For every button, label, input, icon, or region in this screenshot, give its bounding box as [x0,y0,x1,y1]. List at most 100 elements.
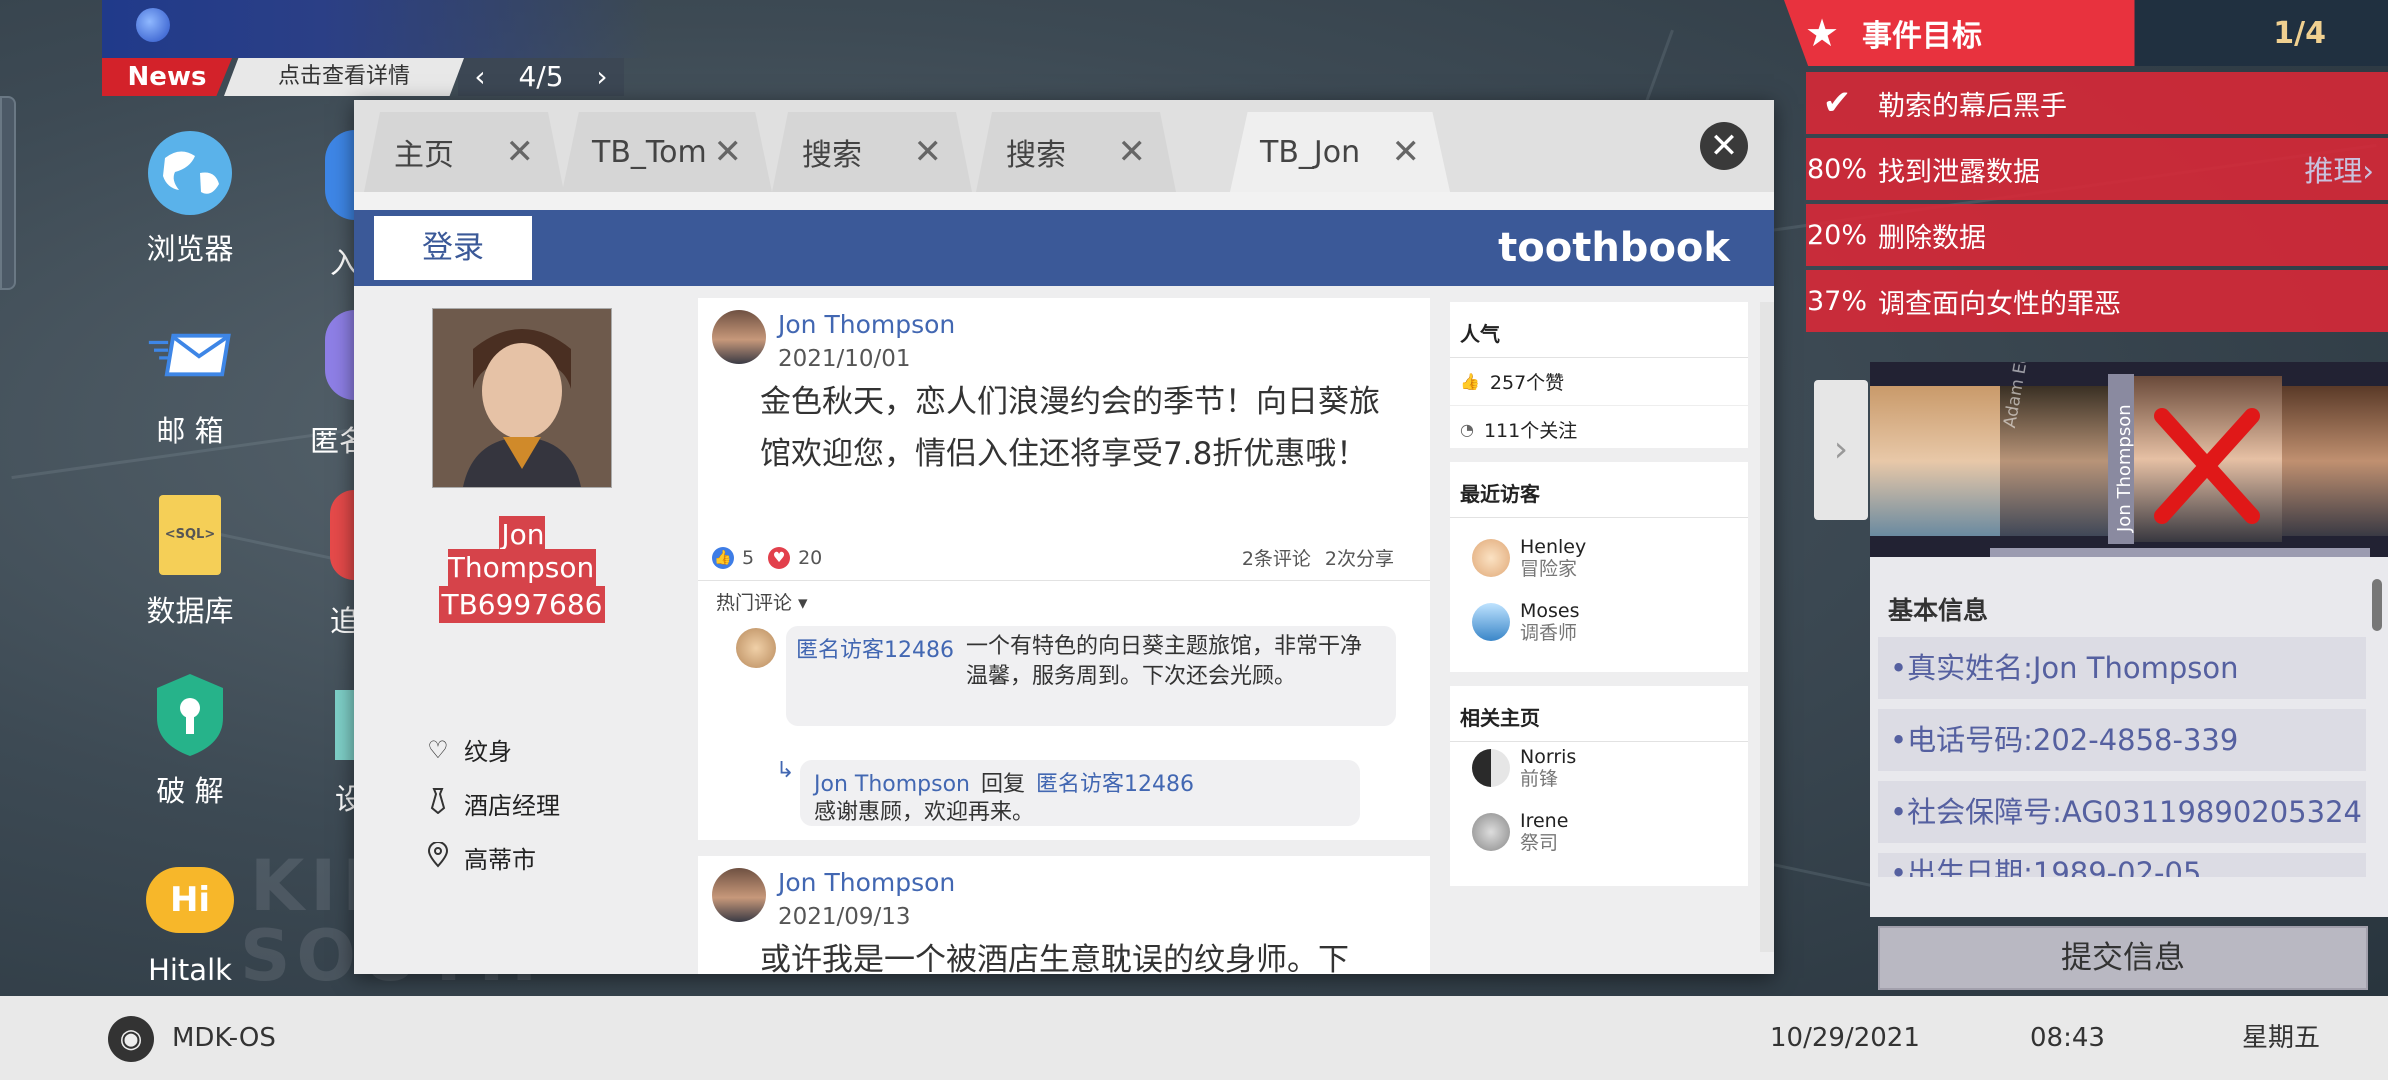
news-detail-link[interactable]: 点击查看详情 [224,58,464,96]
cross-out-icon [2154,408,2260,524]
page-scrollbar[interactable] [1760,302,1774,952]
desktop-icon-browser[interactable]: 浏览器 [105,128,275,268]
eye-logo-icon[interactable]: ◉ [108,1016,154,1062]
close-window-icon[interactable]: ✕ [1700,122,1748,170]
side-drawer-handle[interactable] [0,96,16,290]
profile-detail-job: 酒店经理 [426,786,560,821]
close-tab-icon[interactable]: ✕ [1392,132,1421,172]
hitalk-icon: Hi [145,855,235,945]
chevron-right-icon[interactable]: › [596,58,607,96]
related-role: 前锋 [1520,768,1559,790]
tab-label: TB_Jon [1260,134,1361,170]
news-banner [102,0,652,58]
info-field-birthdate[interactable]: •出生日期:1989-02-05 [1878,853,2366,877]
desktop-icon-partial[interactable] [330,490,354,580]
chevron-left-icon[interactable]: ‹ [474,58,485,96]
desktop-icon-label: 邮 箱 [156,414,224,448]
info-field-name[interactable]: •真实姓名:Jon Thompson [1878,637,2366,699]
tab-search-2[interactable]: 搜索 ✕ [976,112,1176,192]
character-portrait[interactable] [1870,386,2010,536]
desktop-icon-crack[interactable]: 破 解 [105,670,275,810]
post-card: Jon Thompson 2021/09/13 或许我是一个被酒店生意耽误的纹身… [698,856,1430,974]
heart-icon[interactable]: ♥ [768,546,791,569]
goal-item[interactable]: ✔ 勒索的幕后黑手 [1806,72,2388,134]
comment-count[interactable]: 2条评论 [1242,544,1311,571]
desktop-icon-label: 浏览器 [146,232,234,266]
reasoning-link[interactable]: 推理› [2304,148,2374,190]
info-field-ssn[interactable]: •社会保障号:AG03119890205324 [1878,781,2366,843]
post-author-avatar[interactable] [712,310,766,364]
related-avatar [1472,749,1510,787]
login-button[interactable]: 登录 [374,216,532,280]
desktop-icon-partial[interactable] [325,130,355,220]
post-date: 2021/09/13 [778,904,911,930]
desktop-icon-partial[interactable] [335,690,355,760]
comment: 匿名访客12486 一个有特色的向日葵主题旅馆，非常干净温馨，服务周到。下次还会… [786,626,1396,726]
card-title: 最近访客 [1450,462,1748,518]
character-portrait[interactable] [2282,386,2388,536]
goal-item[interactable]: 20% 删除数据 [1806,204,2388,266]
card-title: 人气 [1450,302,1748,358]
tab-home[interactable]: 主页 ✕ [364,112,564,192]
taskbar-weekday: 星期五 [2242,1023,2321,1053]
goal-text: 找到泄露数据 [1878,156,2040,188]
carousel-scrollbar[interactable] [1990,548,2370,557]
post-author-link[interactable]: Jon Thompson [778,868,955,897]
taskbar: ◉ MDK-OS 10/29/2021 08:43 星期五 [0,996,2388,1080]
reply-arrow-icon: ↳ [776,758,795,783]
thumbs-up-icon[interactable]: 👍 [712,546,734,569]
profile-detail-text: 酒店经理 [464,792,560,820]
card-title: 相关主页 [1450,686,1748,742]
desktop-icon-mail[interactable]: 邮 箱 [105,310,275,450]
commenter-avatar[interactable] [736,628,776,668]
like-count: 5 [742,546,755,569]
desktop-icon-hitalk[interactable]: Hi Hitalk [105,855,275,987]
info-scrollbar[interactable] [2372,579,2382,631]
goal-item[interactable]: 80% 找到泄露数据 推理› [1806,138,2388,200]
heart-count: 20 [798,546,823,569]
profile-avatar [432,308,612,488]
goal-item[interactable]: 37% 调查面向女性的罪恶 [1806,270,2388,332]
goal-text: 调查面向女性的罪恶 [1878,288,2121,320]
post-author-link[interactable]: Jon Thompson [778,310,955,339]
visitor-item[interactable]: Henley 冒险家 [1450,526,1748,590]
share-count[interactable]: 2次分享 [1325,544,1394,571]
tab-tb-jon[interactable]: TB_Jon ✕ [1230,112,1450,192]
post-date: 2021/10/01 [778,346,911,372]
visitor-item[interactable]: Moses 调香师 [1450,590,1748,654]
event-goals-panel: ★ 事件目标 1/4 ✔ 勒索的幕后黑手 80% 找到泄露数据 推理› 20% … [1784,0,2388,332]
character-portrait-selected[interactable] [2132,376,2282,542]
desktop-icon-label: 破 解 [156,774,224,808]
thumbs-up-icon: 👍 [1460,372,1480,391]
chevron-right-icon[interactable]: › [1814,380,1868,520]
close-tab-icon[interactable]: ✕ [1118,132,1147,172]
goals-header: ★ 事件目标 1/4 [1784,0,2388,66]
visitor-name: Henley [1520,536,1587,558]
profile-id-text: TB6997686 [439,586,605,623]
info-field-phone[interactable]: •电话号码:202-4858-339 [1878,709,2366,771]
desktop-icon-partial[interactable] [325,310,355,400]
close-tab-icon[interactable]: ✕ [714,132,743,172]
basic-info-title: 基本信息 [1888,596,1989,625]
post-author-avatar[interactable] [712,868,766,922]
divider [698,580,1430,581]
tab-search-1[interactable]: 搜索 ✕ [772,112,972,192]
comment-author-link[interactable]: 匿名访客12486 [796,632,954,664]
profile-detail-city: 高蒂市 [426,840,536,875]
submit-info-button[interactable]: 提交信息 [1878,926,2368,990]
globe-icon [145,128,235,218]
goals-count: 1/4 [2273,15,2326,51]
character-carousel: Adam Edwards Jon Thompson [1870,362,2388,557]
news-label: News [102,58,232,96]
related-item[interactable]: Irene 祭司 [1450,800,1748,864]
visitor-avatar [1472,539,1510,577]
related-item[interactable]: Norris 前锋 [1450,742,1748,800]
reply-target-link[interactable]: 匿名访客12486 [1036,772,1194,797]
reply-text: 感谢惠顾，欢迎再来。 [814,800,1035,825]
close-tab-icon[interactable]: ✕ [506,132,535,172]
hot-comments-toggle[interactable]: 热门评论 ▾ [716,588,808,615]
tab-tb-tom[interactable]: TB_Tom ✕ [562,112,772,192]
desktop-icon-database[interactable]: <SQL> 数据库 [105,490,275,630]
profile-name: Jon Thompson [422,516,622,586]
close-tab-icon[interactable]: ✕ [914,132,943,172]
